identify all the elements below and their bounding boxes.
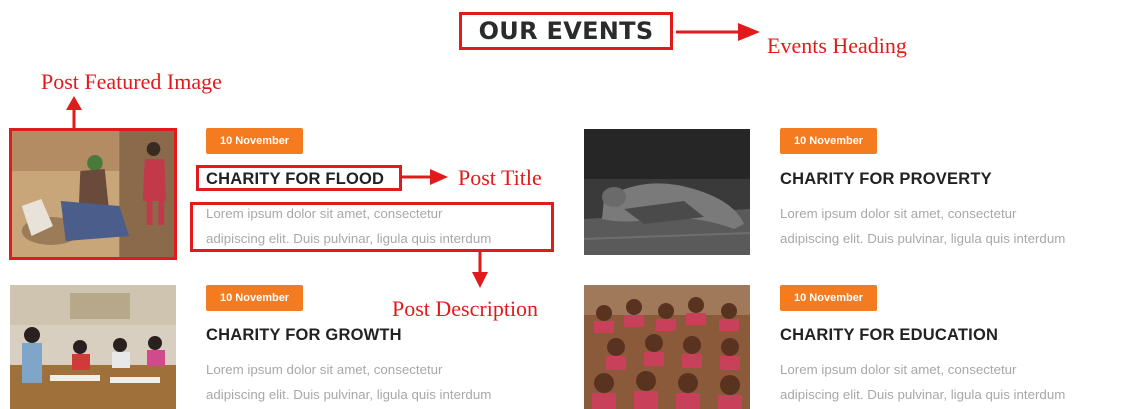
- arrow-icon: [66, 96, 82, 130]
- poverty-photo-icon: [584, 129, 750, 255]
- date-badge: 10 November: [780, 128, 878, 154]
- post-description: Lorem ipsum dolor sit amet, consectetur …: [206, 201, 491, 251]
- date-badge: 10 November: [780, 285, 878, 311]
- classroom-photo-icon: [10, 285, 176, 409]
- arrow-icon: [402, 169, 448, 185]
- events-heading-text: OUR EVENTS: [478, 17, 654, 45]
- arrow-icon: [472, 252, 488, 288]
- post-title[interactable]: CHARITY FOR GROWTH: [206, 326, 402, 345]
- flood-photo-icon: [12, 131, 174, 257]
- annotation-post-featured-image: Post Featured Image: [41, 69, 222, 94]
- date-badge-text: 10 November: [220, 135, 290, 147]
- arrow-icon: [676, 23, 760, 41]
- post-featured-image[interactable]: [10, 285, 176, 409]
- date-badge: 10 November: [206, 128, 304, 154]
- post-description-line: adipiscing elit. Duis pulvinar, ligula q…: [206, 231, 492, 246]
- post-description-line: Lorem ipsum dolor sit amet, consectetur: [780, 362, 1017, 377]
- post-description: Lorem ipsum dolor sit amet, consectetur …: [780, 357, 1065, 407]
- date-badge: 10 November: [206, 285, 304, 311]
- post-title[interactable]: CHARITY FOR PROVERTY: [780, 170, 992, 189]
- date-badge-text: 10 November: [794, 292, 864, 304]
- post-title[interactable]: CHARITY FOR FLOOD: [206, 170, 384, 189]
- post-featured-image[interactable]: [584, 285, 750, 409]
- date-badge-text: 10 November: [794, 135, 864, 147]
- annotation-post-title: Post Title: [458, 165, 542, 190]
- events-heading: OUR EVENTS: [459, 12, 673, 50]
- post-description-line: Lorem ipsum dolor sit amet, consectetur: [780, 206, 1017, 221]
- education-photo-icon: [584, 285, 750, 409]
- post-description-line: adipiscing elit. Duis pulvinar, ligula q…: [780, 231, 1066, 246]
- post-description: Lorem ipsum dolor sit amet, consectetur …: [780, 201, 1065, 251]
- post-description-line: Lorem ipsum dolor sit amet, consectetur: [206, 206, 443, 221]
- annotation-post-description: Post Description: [392, 296, 539, 321]
- post-description: Lorem ipsum dolor sit amet, consectetur …: [206, 357, 491, 407]
- post-featured-image[interactable]: [584, 129, 750, 255]
- post-description-line: adipiscing elit. Duis pulvinar, ligula q…: [206, 387, 492, 402]
- post-title[interactable]: CHARITY FOR EDUCATION: [780, 326, 998, 345]
- post-featured-image[interactable]: [9, 128, 177, 260]
- annotation-events-heading: Events Heading: [767, 33, 907, 58]
- post-description-line: adipiscing elit. Duis pulvinar, ligula q…: [780, 387, 1066, 402]
- date-badge-text: 10 November: [220, 292, 290, 304]
- post-description-line: Lorem ipsum dolor sit amet, consectetur: [206, 362, 443, 377]
